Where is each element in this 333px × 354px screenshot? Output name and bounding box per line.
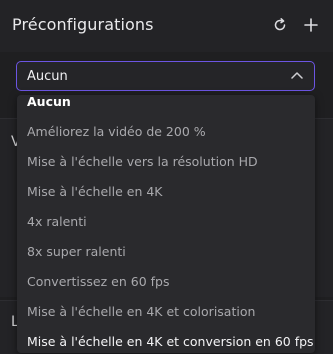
preset-dropdown-menu: Aucun Améliorez la vidéo de 200 % Mise à… — [17, 95, 315, 353]
plus-icon — [304, 18, 318, 32]
add-preset-button[interactable] — [300, 14, 322, 36]
dropdown-option[interactable]: Aucun — [17, 95, 315, 117]
chevron-up-icon — [291, 72, 303, 79]
dropdown-option[interactable]: 4x ralenti — [17, 207, 315, 237]
dropdown-option[interactable]: 8x super ralenti — [17, 237, 315, 267]
dropdown-option[interactable]: Convertissez en 60 fps — [17, 267, 315, 297]
preset-select-value: Aucun — [27, 69, 68, 84]
dropdown-option[interactable]: Mise à l'échelle en 4K — [17, 177, 315, 207]
dropdown-option[interactable]: Mise à l'échelle vers la résolution HD — [17, 147, 315, 177]
preset-select[interactable]: Aucun — [16, 61, 315, 91]
presets-header: Préconfigurations — [0, 0, 333, 52]
dropdown-option[interactable]: Mise à l'échelle en 4K et colorisation — [17, 297, 315, 327]
panel-title: Préconfigurations — [12, 15, 154, 34]
reset-icon — [274, 18, 286, 31]
reset-button[interactable] — [269, 14, 291, 36]
dropdown-option[interactable]: Mise à l'échelle en 4K et conversion en … — [17, 327, 315, 353]
presets-panel: Préconfigurations Aucun V L Aucun Amélio… — [0, 0, 333, 354]
dropdown-option[interactable]: Améliorez la vidéo de 200 % — [17, 117, 315, 147]
